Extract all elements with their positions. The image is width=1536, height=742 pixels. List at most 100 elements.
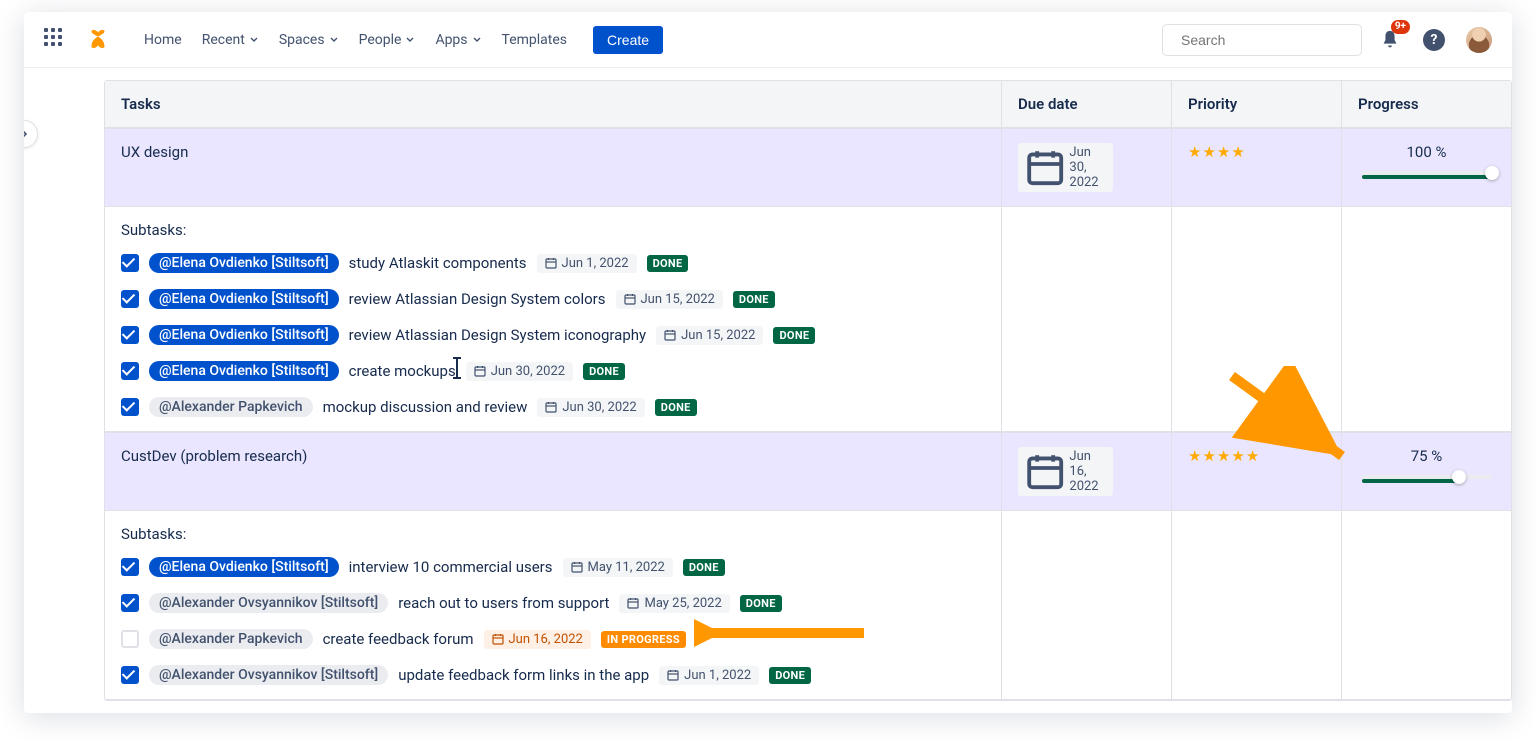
subtask-item: @Elena Ovdienko [Stiltsoft] create mockup…	[121, 361, 985, 381]
section-title: CustDev (problem research)	[105, 432, 1001, 511]
progress-slider[interactable]	[1362, 475, 1492, 483]
subtask-date-chip: Jun 30, 2022	[466, 362, 573, 381]
help-icon[interactable]: ?	[1418, 24, 1450, 56]
star-icon: ★	[1231, 447, 1244, 465]
subtask-date-chip: Jun 1, 2022	[659, 666, 759, 685]
subtask-text: review Atlassian Design System colors	[349, 290, 606, 308]
section-row: CustDev (problem research) Jun 16, 2022 ★★…	[105, 432, 1511, 511]
status-badge: DONE	[740, 595, 782, 612]
search-input[interactable]	[1162, 24, 1362, 56]
subtask-checkbox[interactable]	[121, 254, 139, 272]
nav-link-home[interactable]: Home	[134, 26, 192, 54]
empty-cell	[1171, 511, 1341, 699]
user-avatar[interactable]	[1466, 27, 1492, 53]
col-header-priority: Priority	[1171, 81, 1341, 128]
notification-badge: 9+	[1391, 20, 1410, 34]
due-date-chip: Jun 16, 2022	[1018, 447, 1113, 496]
section-due-cell: Jun 30, 2022	[1001, 128, 1171, 207]
nav-link-label: Recent	[202, 32, 245, 48]
subtask-date-chip: May 11, 2022	[563, 558, 673, 577]
star-icon: ★	[1188, 143, 1201, 161]
subtask-text: reach out to users from support	[398, 594, 609, 612]
status-badge: DONE	[655, 399, 697, 416]
section-priority-cell: ★★★★★	[1171, 432, 1341, 511]
subtask-item: @Elena Ovdienko [Stiltsoft] review Atlass…	[121, 289, 985, 309]
user-mention[interactable]: @Alexander Papkevich	[149, 397, 313, 417]
section-due-cell: Jun 16, 2022	[1001, 432, 1171, 511]
subtasks-cell: Subtasks: @Elena Ovdienko [Stiltsoft] stud…	[105, 207, 1001, 431]
status-badge: DONE	[773, 327, 815, 344]
empty-cell	[1341, 511, 1511, 699]
subtask-text: create feedback forum	[323, 630, 474, 648]
user-mention[interactable]: @Elena Ovdienko [Stiltsoft]	[149, 361, 339, 381]
user-mention[interactable]: @Alexander Papkevich	[149, 629, 313, 649]
top-navigation: Home Recent Spaces People Apps Templates Crea…	[24, 12, 1512, 68]
status-badge: DONE	[683, 559, 725, 576]
empty-cell	[1341, 207, 1511, 431]
nav-link-apps[interactable]: Apps	[425, 26, 491, 54]
subtask-text: study Atlaskit components	[349, 254, 527, 272]
status-badge: IN PROGRESS	[601, 631, 686, 648]
subtask-checkbox[interactable]	[121, 666, 139, 684]
product-logo[interactable]	[84, 26, 112, 54]
subtask-item: @Elena Ovdienko [Stiltsoft] interview 10 …	[121, 557, 985, 577]
subtasks-label: Subtasks:	[121, 221, 985, 239]
status-badge: DONE	[769, 667, 811, 684]
subtask-checkbox[interactable]	[121, 398, 139, 416]
text-cursor-icon	[456, 359, 458, 377]
expand-sidebar-handle[interactable]	[24, 120, 38, 148]
progress-slider[interactable]	[1362, 171, 1492, 179]
status-badge: DONE	[583, 363, 625, 380]
user-mention[interactable]: @Alexander Ovsyannikov [Stiltsoft]	[149, 665, 388, 685]
tasks-table: Tasks Due date Priority Progress UX desi…	[104, 80, 1512, 701]
user-mention[interactable]: @Elena Ovdienko [Stiltsoft]	[149, 325, 339, 345]
nav-link-label: People	[359, 32, 402, 48]
user-mention[interactable]: @Alexander Ovsyannikov [Stiltsoft]	[149, 593, 388, 613]
subtask-item: @Alexander Ovsyannikov [Stiltsoft] reach …	[121, 593, 985, 613]
nav-link-label: Templates	[502, 32, 568, 48]
subtask-checkbox[interactable]	[121, 594, 139, 612]
subtask-text: review Atlassian Design System iconograp…	[349, 326, 646, 344]
subtask-date-chip: May 25, 2022	[619, 594, 729, 613]
search-field[interactable]	[1181, 32, 1362, 48]
subtask-date-chip: Jun 15, 2022	[656, 326, 763, 345]
nav-link-spaces[interactable]: Spaces	[269, 26, 349, 54]
section-title: UX design	[105, 128, 1001, 207]
user-mention[interactable]: @Elena Ovdienko [Stiltsoft]	[149, 253, 339, 273]
subtask-item: @Alexander Papkevich create feedback foru…	[121, 629, 985, 649]
priority-stars: ★★★★	[1188, 143, 1325, 161]
nav-link-label: Apps	[435, 32, 467, 48]
subtasks-row: Subtasks:@Elena Ovdienko [Stiltsoft]inte…	[105, 511, 1511, 700]
subtask-checkbox[interactable]	[121, 290, 139, 308]
progress-value: 100 %	[1407, 143, 1447, 161]
nav-link-label: Spaces	[279, 32, 325, 48]
section-priority-cell: ★★★★	[1171, 128, 1341, 207]
col-header-due: Due date	[1001, 81, 1171, 128]
subtask-checkbox[interactable]	[121, 362, 139, 380]
subtask-item: @Alexander Papkevichmockup discussion an…	[121, 397, 985, 417]
empty-cell	[1171, 207, 1341, 431]
subtask-text: interview 10 commercial users	[349, 558, 553, 576]
subtask-checkbox[interactable]	[121, 326, 139, 344]
subtask-item: @Alexander Ovsyannikov [Stiltsoft] update…	[121, 665, 985, 685]
due-date-chip: Jun 30, 2022	[1018, 143, 1113, 192]
subtask-date-chip: Jun 15, 2022	[616, 290, 723, 309]
subtask-checkbox[interactable]	[121, 630, 139, 648]
section-progress-cell: 100 %	[1341, 128, 1511, 207]
col-header-tasks: Tasks	[105, 81, 1001, 128]
nav-link-templates[interactable]: Templates	[492, 26, 578, 54]
subtask-checkbox[interactable]	[121, 558, 139, 576]
nav-link-recent[interactable]: Recent	[192, 26, 269, 54]
subtask-text: update feedback form links in the app	[398, 666, 649, 684]
subtask-text: create mockups	[349, 362, 456, 380]
nav-link-label: Home	[144, 32, 182, 48]
app-switcher-icon[interactable]	[44, 28, 68, 52]
user-mention[interactable]: @Elena Ovdienko [Stiltsoft]	[149, 557, 339, 577]
nav-link-people[interactable]: People	[349, 26, 426, 54]
star-icon: ★	[1217, 447, 1230, 465]
create-button[interactable]: Create	[593, 26, 663, 54]
user-mention[interactable]: @Elena Ovdienko [Stiltsoft]	[149, 289, 339, 309]
section-progress-cell: 75 %	[1341, 432, 1511, 511]
notifications-icon[interactable]: 9+	[1374, 24, 1406, 56]
progress-value: 75 %	[1411, 447, 1443, 465]
